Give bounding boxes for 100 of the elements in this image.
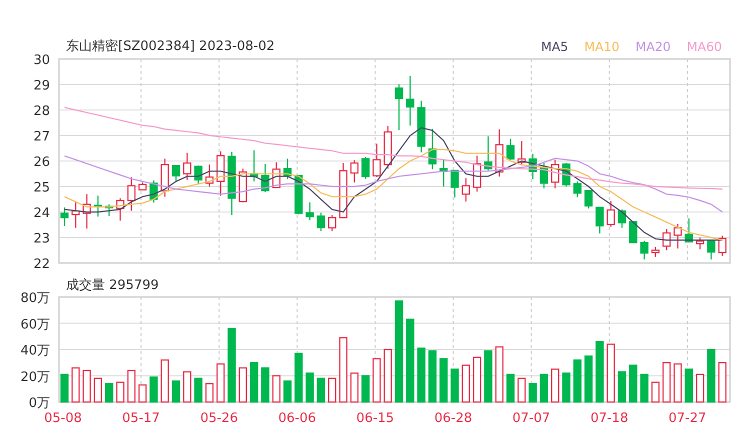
volume-bar xyxy=(606,344,615,403)
date-label: 07-27 xyxy=(668,411,706,426)
volume-bar xyxy=(573,359,582,403)
candlestick xyxy=(629,221,638,244)
candlestick xyxy=(328,215,336,232)
volume-bar xyxy=(372,358,381,403)
volume-bar xyxy=(60,374,69,403)
candlestick xyxy=(306,202,314,220)
date-label: 07-18 xyxy=(590,411,628,426)
volume-bar xyxy=(339,337,348,403)
candlestick xyxy=(540,163,548,188)
candlestick xyxy=(484,136,492,170)
candlestick xyxy=(82,194,91,229)
date-label: 05-26 xyxy=(200,411,238,426)
volume-bar xyxy=(518,378,526,403)
candlestick xyxy=(60,207,69,226)
volume-bar xyxy=(618,371,626,403)
volume-bar xyxy=(707,348,716,403)
volume-bar xyxy=(684,368,693,403)
candlestick xyxy=(450,170,459,198)
candlestick xyxy=(372,144,381,178)
candlestick xyxy=(138,182,147,190)
volume-bar xyxy=(629,364,638,403)
volume-bar xyxy=(261,367,270,403)
volume-title: 成交量 295799 xyxy=(66,277,159,295)
volume-bar xyxy=(183,371,192,403)
candlestick xyxy=(707,240,716,260)
volume-bar xyxy=(495,346,504,403)
candlestick xyxy=(684,218,693,242)
candlestick xyxy=(596,206,604,234)
candlestick xyxy=(674,224,682,248)
candlestick xyxy=(573,181,582,198)
candlestick xyxy=(150,180,158,203)
volume-bar xyxy=(450,368,459,403)
candlestick xyxy=(696,238,704,250)
volume-bar xyxy=(440,358,448,403)
volume-bar xyxy=(250,362,258,403)
volume-bar xyxy=(640,374,648,403)
candlestick xyxy=(417,100,426,152)
volume-bar xyxy=(384,348,392,403)
candlestick xyxy=(651,246,660,257)
volume-bar xyxy=(662,362,671,403)
price-axis-label: 26 xyxy=(33,155,50,170)
date-label: 06-28 xyxy=(434,411,472,426)
volume-bar xyxy=(205,383,214,403)
candlestick xyxy=(116,198,124,221)
candlestick xyxy=(172,165,180,181)
volume-bar xyxy=(94,378,102,403)
candlestick xyxy=(428,128,437,170)
date-label: 06-06 xyxy=(278,411,316,426)
date-label: 06-15 xyxy=(356,411,394,426)
volume-bar xyxy=(540,374,548,403)
volume-bar xyxy=(472,356,482,403)
volume-axis-label: 20万 xyxy=(20,370,50,385)
price-axis-label: 29 xyxy=(33,78,50,94)
volume-bar xyxy=(674,363,682,403)
candlestick xyxy=(316,212,326,232)
volume-bar xyxy=(105,383,114,403)
candlestick xyxy=(518,141,526,166)
candlestick xyxy=(205,164,214,186)
candlestick xyxy=(662,229,671,250)
candlestick xyxy=(406,76,414,126)
volume-bar xyxy=(562,372,570,403)
candlestick xyxy=(506,138,515,160)
candlestick xyxy=(606,201,615,227)
volume-bar xyxy=(350,372,358,403)
candlestick xyxy=(718,236,726,256)
candlestick xyxy=(105,204,114,216)
volume-bar xyxy=(150,376,158,403)
volume-bar xyxy=(651,382,660,403)
legend-item: MA20 xyxy=(636,38,671,56)
volume-bar xyxy=(696,374,704,403)
volume-bar xyxy=(361,375,370,403)
candlestick xyxy=(361,156,370,179)
price-axis-label: 23 xyxy=(33,232,50,246)
volume-bar xyxy=(462,364,470,403)
volume-bar xyxy=(316,378,326,403)
volume-bar xyxy=(306,372,314,403)
volume-bar xyxy=(328,378,336,403)
volume-bar xyxy=(596,341,604,403)
candlestick xyxy=(228,152,236,216)
candlestick xyxy=(127,177,136,211)
date-label: 05-08 xyxy=(44,411,82,426)
price-axis-label: 30 xyxy=(33,53,50,68)
chart-title: 东山精密[SZ002384] 2023-08-02 xyxy=(66,38,275,56)
volume-bar xyxy=(551,368,560,403)
candlestick xyxy=(584,190,593,208)
volume-bar xyxy=(272,375,280,403)
price-axis-label: 27 xyxy=(33,130,50,144)
volume-bar xyxy=(584,355,593,403)
candlestick xyxy=(283,158,292,180)
volume-bar xyxy=(72,367,80,403)
volume-bar xyxy=(283,380,292,403)
volume-bar xyxy=(116,382,124,403)
price-axis-label: 25 xyxy=(33,180,50,196)
volume-bar xyxy=(216,363,225,403)
volume-bar xyxy=(484,350,492,403)
volume-bar xyxy=(138,384,147,403)
volume-bar xyxy=(172,380,180,403)
volume-axis-label: 80万 xyxy=(20,291,50,306)
